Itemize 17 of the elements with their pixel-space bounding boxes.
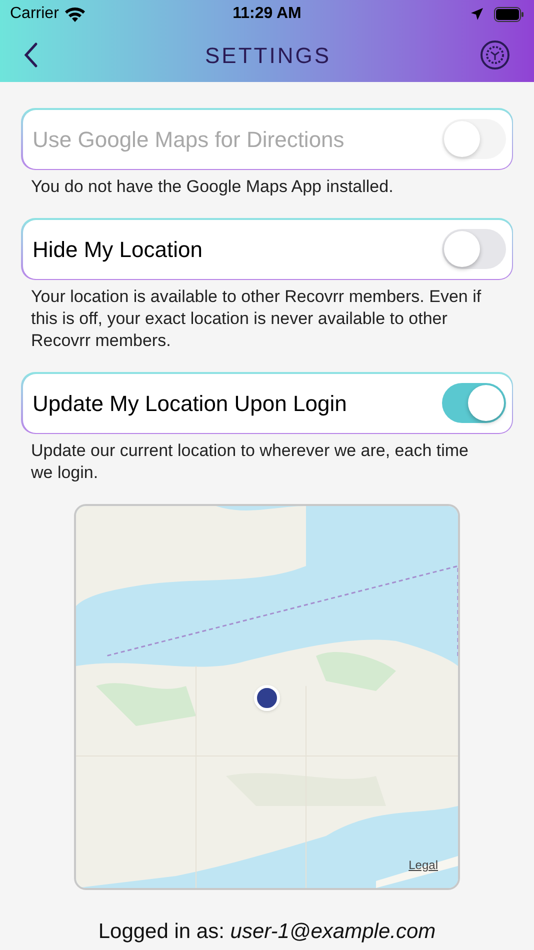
clock-time: 11:29 AM — [232, 4, 302, 24]
battery-icon — [494, 6, 524, 22]
setting-label: Use Google Maps for Directions — [32, 126, 346, 154]
setting-description: Update our current location to wherever we are, each time we login. — [30, 440, 470, 484]
carrier-label: Carrier — [10, 4, 59, 24]
wifi-icon — [64, 6, 85, 22]
toggle-switch[interactable] — [442, 383, 506, 423]
settings-button[interactable] — [480, 40, 510, 70]
toggle-switch[interactable] — [442, 229, 506, 269]
setting-description: You do not have the Google Maps App installed. — [30, 176, 394, 198]
location-arrow-icon — [470, 7, 484, 21]
page-title: SETTINGS — [204, 42, 332, 70]
setting-label: Update My Location Upon Login — [32, 390, 348, 418]
setting-description: Your location is available to other Recovrr members. Even if this is off, your exact location is never available to other Recovrr members. — [30, 286, 482, 352]
legal-link[interactable]: Legal — [408, 856, 438, 874]
logged-in-text: Logged in as: user-1@example.com — [97, 919, 437, 945]
setting-label: Hide My Location — [32, 236, 204, 264]
